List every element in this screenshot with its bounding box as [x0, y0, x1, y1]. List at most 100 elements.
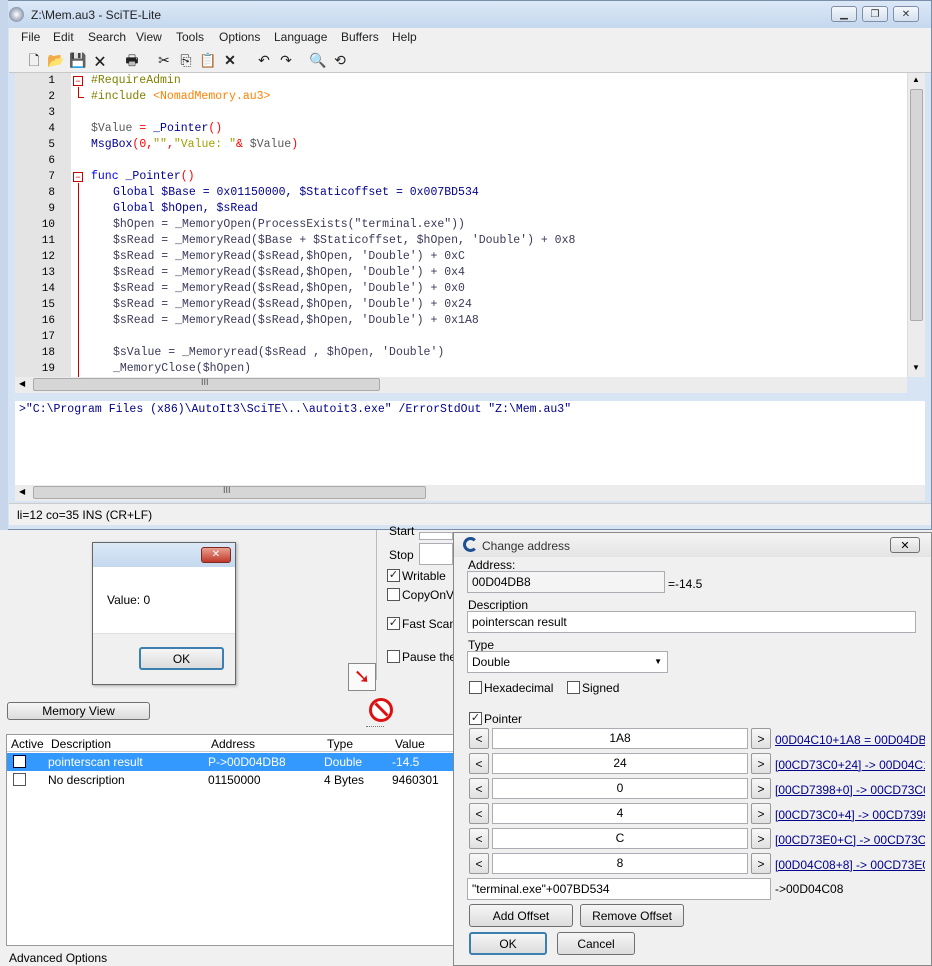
remove-offset-button[interactable]: Remove Offset: [580, 904, 684, 927]
table-row[interactable]: No description 01150000 4 Bytes 9460301: [7, 771, 453, 789]
offset-resolve-link[interactable]: [00CD73E0+C] -> 00CD73C0: [775, 833, 925, 847]
close-file-icon[interactable]: 🗙: [91, 51, 109, 69]
offset-input[interactable]: 4: [492, 803, 748, 824]
editor-horizontal-scrollbar[interactable]: ◀ III: [15, 377, 907, 393]
offset-increase-button[interactable]: >: [751, 803, 771, 824]
stop-address-input[interactable]: [419, 543, 453, 565]
start-address-input[interactable]: [419, 532, 453, 540]
column-header-description[interactable]: Description: [51, 737, 111, 751]
scroll-thumb[interactable]: [910, 89, 923, 321]
offset-decrease-button[interactable]: <: [469, 728, 489, 749]
offset-decrease-button[interactable]: <: [469, 828, 489, 849]
message-box-ok-button[interactable]: OK: [139, 647, 224, 670]
offset-increase-button[interactable]: >: [751, 853, 771, 874]
scroll-up-icon[interactable]: ▲: [912, 75, 920, 84]
pointer-checkbox[interactable]: ✓: [469, 712, 482, 725]
menu-help[interactable]: Help: [392, 30, 417, 44]
signed-checkbox[interactable]: [567, 681, 580, 694]
copy-icon[interactable]: ⎘: [177, 51, 195, 69]
ok-button[interactable]: OK: [469, 932, 547, 955]
output-horizontal-scrollbar[interactable]: ◀ III: [15, 485, 925, 501]
scite-title-bar[interactable]: Z:\Mem.au3 - SciTE-Lite ▁ ❐ ✕: [1, 1, 931, 28]
offset-increase-button[interactable]: >: [751, 828, 771, 849]
undo-icon[interactable]: ↶: [255, 51, 273, 69]
base-address-input[interactable]: "terminal.exe"+007BD534: [467, 878, 771, 900]
menu-options[interactable]: Options: [219, 30, 260, 44]
add-offset-button[interactable]: Add Offset: [469, 904, 573, 927]
desktop-edge: [0, 0, 8, 530]
fastscan-checkbox[interactable]: ✓: [387, 617, 400, 630]
column-header-type[interactable]: Type: [327, 737, 353, 751]
offset-resolve-link[interactable]: [00CD73C0+4] -> 00CD7398: [775, 808, 925, 822]
scroll-down-icon[interactable]: ▼: [912, 363, 920, 372]
address-list[interactable]: Active Description Address Type Value po…: [6, 734, 454, 946]
menu-view[interactable]: View: [136, 30, 162, 44]
offset-decrease-button[interactable]: <: [469, 778, 489, 799]
advanced-options-link[interactable]: Advanced Options: [9, 951, 107, 965]
offset-decrease-button[interactable]: <: [469, 853, 489, 874]
description-input[interactable]: pointerscan result: [467, 611, 916, 633]
menu-file[interactable]: File: [21, 30, 40, 44]
offset-input[interactable]: C: [492, 828, 748, 849]
active-checkbox[interactable]: [13, 773, 26, 786]
minimize-icon[interactable]: ▁: [831, 6, 857, 22]
menu-search[interactable]: Search: [88, 30, 126, 44]
pause-checkbox[interactable]: [387, 650, 400, 663]
fold-box-icon[interactable]: −: [73, 172, 83, 182]
replace-icon[interactable]: ⟲: [331, 51, 349, 69]
no-entry-slash: [374, 702, 389, 717]
column-header-active[interactable]: Active: [11, 737, 44, 751]
offset-resolve-link[interactable]: [00CD7398+0] -> 00CD73C0: [775, 783, 925, 797]
menu-buffers[interactable]: Buffers: [341, 30, 379, 44]
writable-checkbox[interactable]: ✓: [387, 569, 400, 582]
save-icon[interactable]: 💾: [69, 51, 87, 69]
fold-box-icon[interactable]: −: [73, 76, 83, 86]
offset-resolve-link[interactable]: [00CD73C0+24] -> 00D04C10: [775, 758, 925, 772]
close-icon[interactable]: ✕: [893, 6, 919, 22]
offset-resolve-link[interactable]: [00D04C08+8] -> 00CD73E0: [775, 858, 925, 872]
offset-increase-button[interactable]: >: [751, 753, 771, 774]
dialog-close-button[interactable]: ✕: [890, 537, 920, 553]
cancel-button[interactable]: Cancel: [557, 932, 635, 955]
address-input[interactable]: 00D04DB8: [467, 571, 665, 593]
column-header-address[interactable]: Address: [211, 737, 255, 751]
offset-input[interactable]: 1A8: [492, 728, 748, 749]
paste-icon[interactable]: 📋: [199, 51, 217, 69]
open-folder-icon[interactable]: 📂: [47, 51, 65, 69]
add-to-list-arrow-icon[interactable]: ➘: [348, 663, 376, 691]
find-icon[interactable]: 🔍: [309, 51, 327, 69]
column-header-value[interactable]: Value: [395, 737, 425, 751]
offset-decrease-button[interactable]: <: [469, 753, 489, 774]
offset-input[interactable]: 0: [492, 778, 748, 799]
menu-language[interactable]: Language: [274, 30, 327, 44]
copyonwrite-checkbox[interactable]: [387, 588, 400, 601]
scroll-left-icon[interactable]: ◀: [19, 379, 25, 388]
offset-increase-button[interactable]: >: [751, 728, 771, 749]
offset-input[interactable]: 24: [492, 753, 748, 774]
splitter-grip[interactable]: [366, 726, 384, 729]
offset-input[interactable]: 8: [492, 853, 748, 874]
offset-decrease-button[interactable]: <: [469, 803, 489, 824]
scroll-left-icon[interactable]: ◀: [19, 487, 25, 496]
menu-edit[interactable]: Edit: [53, 30, 74, 44]
table-row[interactable]: pointerscan result P->00D04DB8 Double -1…: [7, 753, 453, 771]
menu-tools[interactable]: Tools: [176, 30, 204, 44]
code-editor[interactable]: − − 1 2 3 4 5 6 7 8 9 10 11 12 13 14 15 …: [15, 73, 925, 377]
redo-icon[interactable]: ↷: [277, 51, 295, 69]
restore-icon[interactable]: ❐: [862, 6, 888, 22]
output-pane[interactable]: >"C:\Program Files (x86)\AutoIt3\SciTE\.…: [15, 401, 925, 485]
delete-icon[interactable]: ✕: [221, 51, 239, 69]
offset-resolve-link[interactable]: 00D04C10+1A8 = 00D04DB8: [775, 733, 925, 747]
type-select[interactable]: Double ▼: [467, 651, 668, 673]
memory-view-button[interactable]: Memory View: [7, 702, 150, 720]
cut-icon[interactable]: ✂: [155, 51, 173, 69]
no-entry-icon[interactable]: [369, 698, 393, 722]
editor-vertical-scrollbar[interactable]: ▲ ▼: [907, 73, 925, 377]
hexadecimal-checkbox[interactable]: [469, 681, 482, 694]
code-line: $hOpen = _MemoryOpen(ProcessExists("term…: [113, 218, 465, 231]
message-box-close-button[interactable]: ✕: [201, 547, 231, 563]
offset-increase-button[interactable]: >: [751, 778, 771, 799]
new-file-icon[interactable]: 🗋: [25, 51, 43, 69]
active-checkbox[interactable]: [13, 755, 26, 768]
print-icon[interactable]: 🖶: [123, 51, 141, 69]
